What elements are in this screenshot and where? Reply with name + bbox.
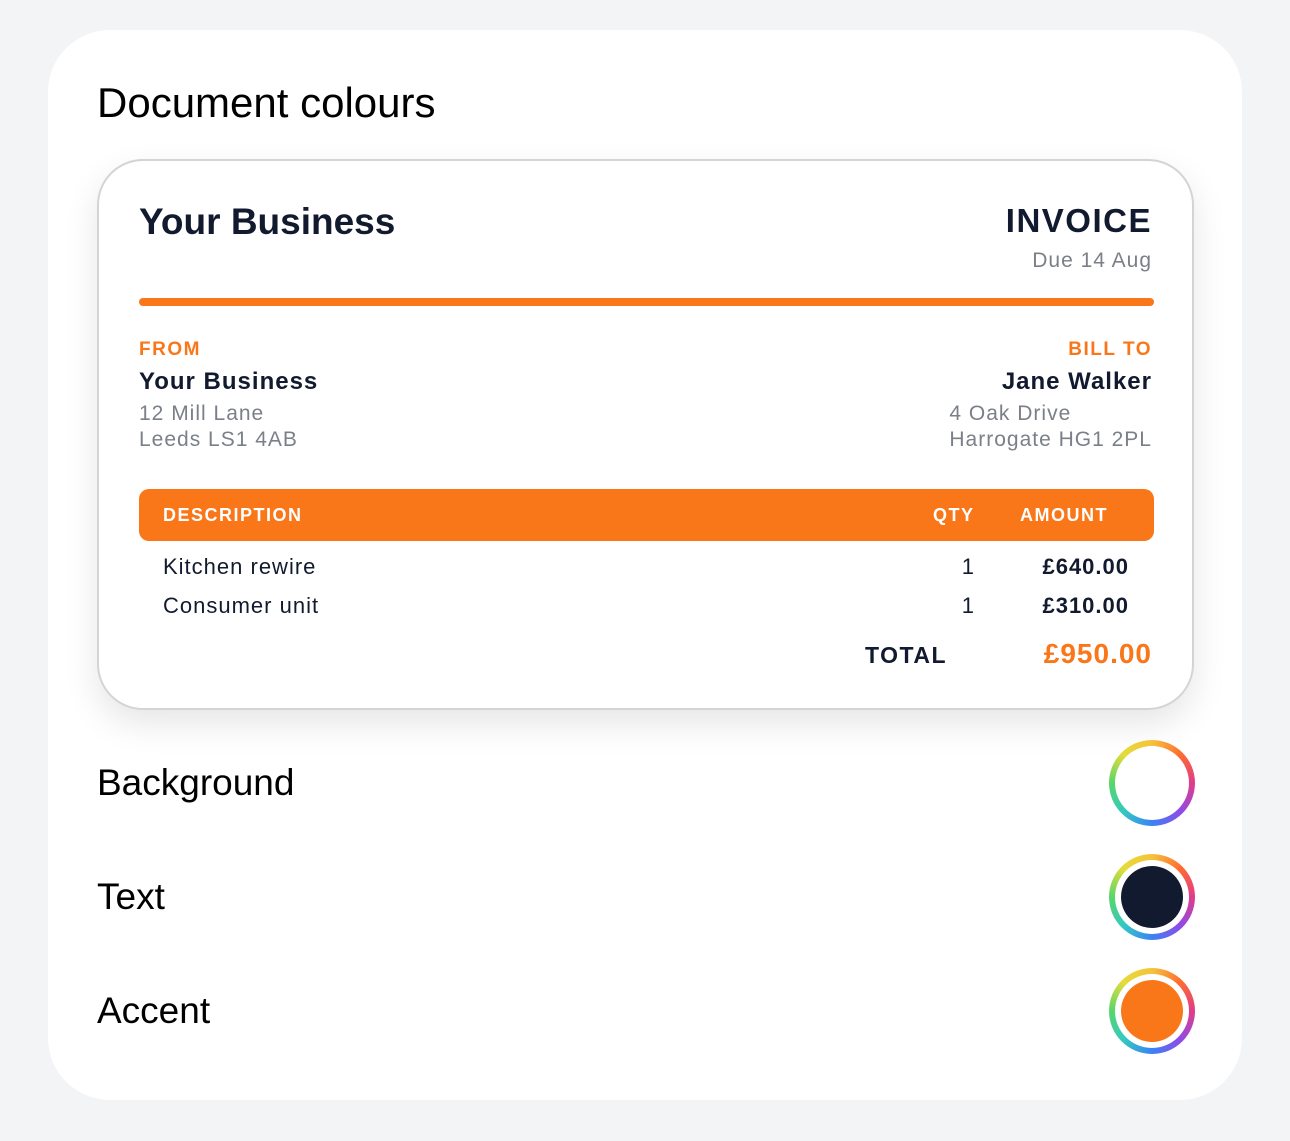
- background-colour-picker-button[interactable]: [1109, 740, 1195, 826]
- invoice-business-name: Your Business: [139, 201, 396, 242]
- colour-setting-background: Background: [97, 740, 1195, 826]
- colour-wheel-icon: [1115, 746, 1189, 820]
- line-item-amount: £640.00: [1042, 554, 1129, 579]
- line-item-description: Consumer unit: [163, 593, 320, 618]
- line-item-qty: 1: [961, 554, 974, 579]
- colour-setting-label: Text: [97, 876, 165, 917]
- column-header-amount: AMOUNT: [1020, 505, 1108, 525]
- from-name: Your Business: [139, 368, 319, 395]
- bill-to-name: Jane Walker: [1001, 368, 1152, 395]
- accent-divider: [139, 298, 1154, 306]
- bill-to-address: 4 Oak Drive Harrogate HG1 2PL: [949, 401, 1152, 453]
- invoice-preview: Your Business INVOICE Due 14 Aug FROM BI…: [97, 159, 1194, 710]
- invoice-due-date: Due 14 Aug: [1032, 249, 1152, 272]
- line-item-qty: 1: [961, 593, 974, 618]
- colour-setting-text: Text: [97, 854, 1195, 940]
- colour-setting-label: Accent: [97, 990, 211, 1031]
- bill-to-address-line2: Harrogate HG1 2PL: [949, 428, 1152, 451]
- section-title: Document colours: [97, 79, 436, 126]
- colour-setting-label: Background: [97, 762, 295, 803]
- column-header-qty: QTY: [933, 505, 975, 525]
- bill-to-label: BILL TO: [1068, 339, 1152, 360]
- text-colour-picker-button[interactable]: [1109, 854, 1195, 940]
- bill-to-address-line1: 4 Oak Drive: [949, 402, 1072, 425]
- colour-wheel-icon: [1115, 860, 1189, 934]
- colour-swatch: [1121, 752, 1183, 814]
- line-item-description: Kitchen rewire: [163, 554, 317, 579]
- line-item-row: Kitchen rewire 1 £640.00: [139, 548, 1154, 586]
- colour-swatch: [1121, 980, 1183, 1042]
- from-address-line2: Leeds LS1 4AB: [139, 428, 298, 451]
- from-label: FROM: [139, 339, 201, 360]
- line-item-amount: £310.00: [1042, 593, 1129, 618]
- colour-setting-accent: Accent: [97, 968, 1195, 1054]
- line-items-header: DESCRIPTION QTY AMOUNT: [139, 489, 1154, 541]
- accent-colour-picker-button[interactable]: [1109, 968, 1195, 1054]
- from-address-line1: 12 Mill Lane: [139, 402, 265, 425]
- column-header-description: DESCRIPTION: [163, 505, 303, 525]
- total-value: £950.00: [1043, 638, 1152, 669]
- total-label: TOTAL: [865, 642, 948, 668]
- invoice-title: INVOICE: [1005, 202, 1152, 239]
- colour-wheel-icon: [1115, 974, 1189, 1048]
- colour-swatch: [1121, 866, 1183, 928]
- line-item-row: Consumer unit 1 £310.00: [139, 587, 1154, 625]
- from-address: 12 Mill Lane Leeds LS1 4AB: [139, 401, 298, 453]
